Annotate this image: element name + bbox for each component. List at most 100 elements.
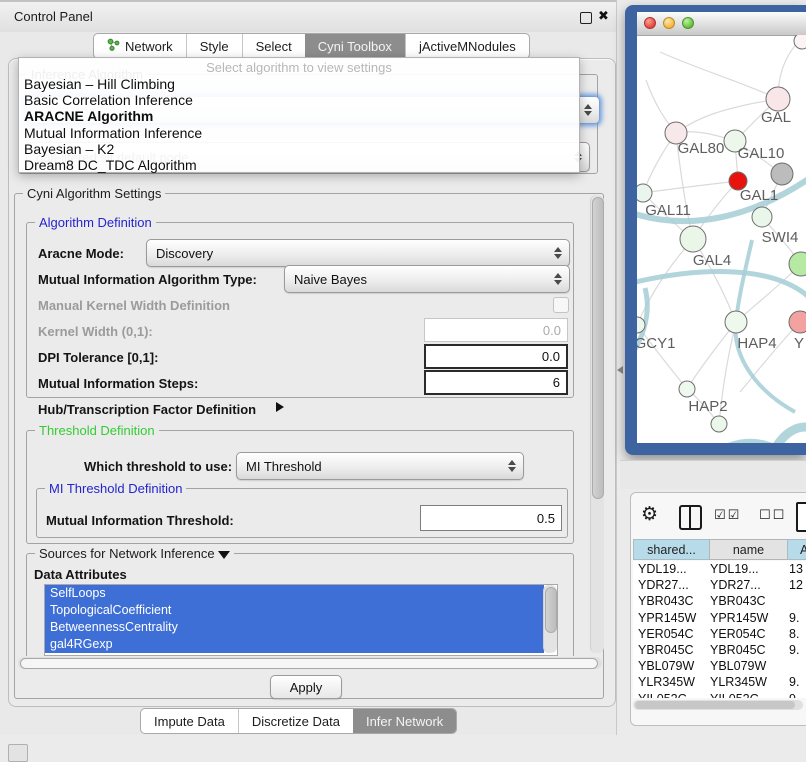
gear-icon[interactable]: ⚙	[641, 503, 658, 526]
tab-discretize-data[interactable]: Discretize Data	[238, 709, 353, 733]
table-row[interactable]: YBR045CYBR045C9.	[633, 642, 806, 658]
float-window-icon[interactable]	[580, 12, 592, 24]
network-canvas[interactable]: GAL GAL80 GAL10 GAL1 GAL11 SWI4 GAL4 GCY…	[637, 35, 806, 443]
table-row[interactable]: YIL052CYIL052C9.	[633, 691, 806, 699]
table-row[interactable]: YDR27...YDR27...12	[633, 577, 806, 593]
node-label: GAL1	[740, 187, 778, 204]
attributes-vscrollbar-thumb[interactable]	[545, 587, 557, 633]
combo-stepper-icon	[553, 247, 562, 259]
node[interactable]	[711, 416, 727, 432]
column-header-shared[interactable]: shared...	[633, 539, 710, 560]
table-row[interactable]: YLR345WYLR345W9.	[633, 674, 806, 690]
zoom-traffic-light-icon[interactable]	[682, 17, 694, 29]
table-row[interactable]: YBL079WYBL079W	[633, 658, 806, 674]
aracne-mode-combobox[interactable]: Discovery	[146, 239, 570, 267]
table-row[interactable]: YBR043CYBR043C	[633, 593, 806, 609]
network-view-titlebar[interactable]	[637, 12, 806, 36]
kernel-width-field[interactable]: 0.0	[424, 318, 568, 342]
show-columns-icon[interactable]: ☑☑	[714, 507, 741, 523]
algorithm-option[interactable]: Bayesian – K2	[24, 141, 574, 157]
node-label: GCY1	[637, 335, 675, 352]
which-threshold-value: MI Threshold	[237, 459, 507, 474]
tab-cyni-toolbox[interactable]: Cyni Toolbox	[305, 34, 405, 58]
node[interactable]	[771, 163, 793, 185]
network-icon	[107, 38, 120, 54]
tab-jactivemnodules[interactable]: jActiveMNodules	[405, 34, 529, 58]
split-panel-icon[interactable]	[679, 505, 702, 530]
data-attributes-list: SelfLoops TopologicalCoefficient Between…	[44, 584, 558, 656]
settings-vscrollbar-thumb[interactable]	[592, 197, 604, 499]
tab-network-label: Network	[125, 39, 173, 54]
kernel-width-label: Kernel Width (0,1):	[38, 324, 153, 339]
algorithm-prompt: Select algorithm to view settings	[19, 60, 579, 75]
cell-shared-name: YIL052C	[638, 691, 708, 699]
tab-style[interactable]: Style	[186, 34, 242, 58]
table-hscrollbar-thumb[interactable]	[635, 701, 795, 709]
table-row[interactable]: YDL19...YDL19...13	[633, 561, 806, 577]
algorithm-option-selected[interactable]: ARACNE Algorithm	[24, 108, 574, 124]
close-icon[interactable]: ✖	[598, 8, 609, 24]
node-gal11[interactable]	[637, 184, 652, 202]
algorithm-option[interactable]: Dream8 DC_TDC Algorithm	[24, 157, 574, 173]
mi-type-combobox[interactable]: Naive Bayes	[284, 265, 570, 293]
node[interactable]	[789, 311, 806, 333]
mi-steps-field[interactable]: 6	[424, 370, 568, 395]
algorithm-option[interactable]: Bayesian – Hill Climbing	[24, 76, 574, 92]
settings-vscrollbar[interactable]	[590, 195, 604, 653]
collapse-arrow-icon[interactable]	[218, 551, 230, 559]
node-swi4[interactable]	[752, 207, 772, 227]
sources-title: Sources for Network Inference	[35, 546, 234, 561]
mi-threshold-label: Mutual Information Threshold:	[46, 513, 234, 528]
hide-columns-icon[interactable]: ☐☐	[759, 507, 786, 523]
algorithm-option[interactable]: Basic Correlation Inference	[24, 92, 574, 108]
settings-hscrollbar[interactable]	[18, 657, 602, 669]
tab-select[interactable]: Select	[242, 34, 305, 58]
node-label: SWI4	[762, 229, 799, 246]
attributes-vscrollbar[interactable]	[543, 585, 557, 653]
table-function-icon[interactable]	[796, 502, 806, 532]
settings-hscrollbar-thumb[interactable]	[20, 658, 598, 669]
attribute-item[interactable]: SelfLoops	[45, 585, 544, 602]
which-threshold-combobox[interactable]: MI Threshold	[236, 452, 524, 480]
cell-name: YDR27...	[710, 577, 784, 593]
minimized-panel-icon[interactable]	[8, 744, 28, 762]
attribute-item[interactable]: gal4RGexp	[45, 636, 544, 653]
column-header-name[interactable]: name	[709, 539, 788, 560]
tab-impute-data[interactable]: Impute Data	[141, 709, 238, 733]
tab-cyni-toolbox-label: Cyni Toolbox	[318, 39, 392, 54]
cell-shared-name: YBR045C	[638, 642, 708, 658]
tab-infer-network[interactable]: Infer Network	[353, 709, 456, 733]
node-hap4[interactable]	[725, 311, 747, 333]
minimize-traffic-light-icon[interactable]	[663, 17, 675, 29]
close-traffic-light-icon[interactable]	[644, 17, 656, 29]
table-panel-header: Table Panel	[620, 460, 806, 489]
cell-shared-name: YLR345W	[638, 674, 708, 690]
node-hap2[interactable]	[679, 381, 695, 397]
node-label: Y	[794, 335, 804, 352]
control-panel-titlebar: Control Panel ✖	[0, 0, 616, 32]
tab-network[interactable]: Network	[94, 34, 186, 58]
node[interactable]	[794, 35, 806, 49]
splitpane-collapse-icon[interactable]	[617, 366, 623, 374]
attribute-item[interactable]: TopologicalCoefficient	[45, 602, 544, 619]
column-header-a[interactable]: A	[787, 539, 806, 560]
cell-shared-name: YPR145W	[638, 610, 708, 626]
data-attributes-label: Data Attributes	[34, 567, 127, 582]
mi-threshold-field[interactable]: 0.5	[420, 505, 562, 531]
threshold-definition-title: Threshold Definition	[35, 423, 159, 438]
dpi-tolerance-field[interactable]: 0.0	[424, 344, 568, 369]
hub-definition-label: Hub/Transcription Factor Definition	[38, 402, 256, 417]
attribute-item[interactable]: BetweennessCentrality	[45, 619, 544, 636]
algorithm-option[interactable]: Mutual Information Inference	[24, 125, 574, 141]
combo-stepper-icon	[553, 273, 562, 285]
manual-kernel-checkbox[interactable]	[553, 297, 569, 313]
table-row[interactable]: YER054CYER054C8.	[633, 626, 806, 642]
tab-select-label: Select	[256, 39, 292, 54]
combo-stepper-icon	[583, 104, 592, 116]
expand-arrow-icon[interactable]	[276, 402, 284, 412]
apply-button[interactable]: Apply	[270, 675, 342, 699]
table-row[interactable]: YPR145WYPR145W9.	[633, 610, 806, 626]
node[interactable]	[766, 87, 790, 111]
node-gal4[interactable]	[680, 226, 706, 252]
node-label: GAL4	[693, 252, 731, 269]
